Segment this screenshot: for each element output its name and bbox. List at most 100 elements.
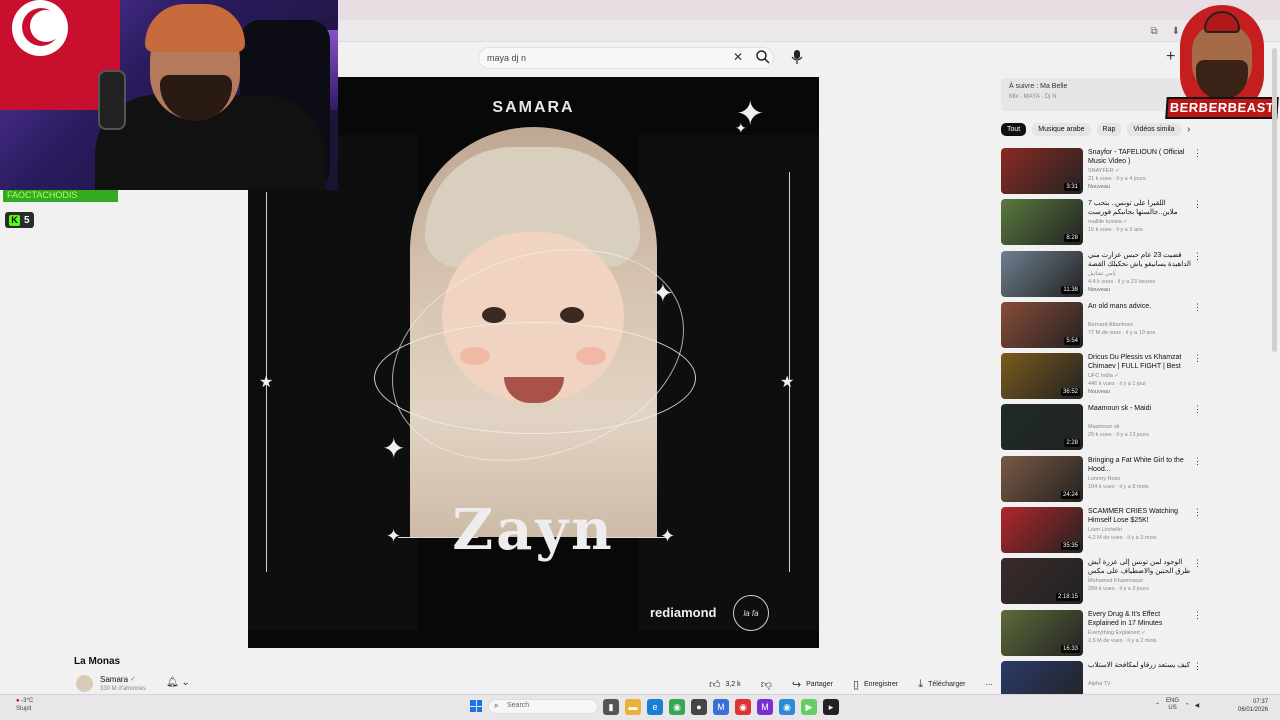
more-vert-icon[interactable]: ⋮ [1193, 661, 1202, 672]
recommendation-channel[interactable]: Maamoun sk [1088, 424, 1191, 430]
recommendation-item[interactable]: 8:28 اللقيرا على تونس.. بتحب 7 ملاين..جال… [1001, 199, 1202, 250]
taskbar-search[interactable]: Search [488, 699, 598, 714]
video-thumbnail[interactable]: 3:31 [1001, 148, 1083, 194]
video-thumbnail[interactable]: 24:24 [1001, 455, 1083, 502]
kick-app-icon[interactable]: ▶ [801, 699, 817, 715]
recommendation-item[interactable]: 36:52 Dricus Du Plessis vs Khamzat Chimae… [1001, 353, 1202, 404]
share-button[interactable]: ↪ Partager [788, 676, 837, 693]
language-indicator[interactable]: ENG US [1166, 698, 1179, 712]
recommendation-title[interactable]: قضيت 23 عام حبس عزارت مني الداهيدة يساني… [1088, 251, 1191, 270]
star-icon: ★ [259, 374, 274, 391]
chrome-alt-icon[interactable]: ◉ [779, 699, 795, 715]
recommendation-item[interactable]: 2:18:15 الوجود لمن تونس إلى عزرة أيش طرق … [1001, 558, 1202, 609]
app-icon[interactable]: M [757, 699, 773, 715]
chevron-up-icon[interactable]: ⌃ [1155, 702, 1160, 709]
more-actions-button[interactable]: ⋯ [981, 679, 996, 691]
sparkle-icon: ✦ [652, 278, 674, 308]
weather-widget[interactable]: ● -3°C Stupit [16, 697, 33, 713]
recommendation-item[interactable]: 24:24 Bringing a Fat White Girl to the Ho… [1001, 455, 1202, 507]
more-vert-icon[interactable]: ⋮ [1193, 199, 1202, 210]
obs-icon[interactable]: ● [691, 699, 707, 715]
clear-search-icon[interactable]: ✕ [733, 50, 743, 64]
recommendation-item[interactable]: 35:35 SCAMMER CRIES Watching Himself Lose… [1001, 507, 1202, 558]
more-icon: ⋯ [985, 681, 993, 689]
video-thumbnail[interactable]: 2:28 [1001, 404, 1083, 451]
more-vert-icon[interactable]: ⋮ [1193, 302, 1202, 313]
recommendation-channel[interactable]: UFC India ✓ [1088, 373, 1191, 379]
recommendation-title[interactable]: Snayfor - TAFELIOUN ( Official Music Vid… [1088, 148, 1191, 166]
video-thumbnail[interactable]: 16:33 [1001, 609, 1083, 656]
recommendation-channel[interactable]: يامي تشانيل [1088, 271, 1191, 277]
recommendation-channel[interactable]: Liam Lochelin [1088, 527, 1191, 533]
like-button[interactable]: 👍︎ 3,2 k [705, 676, 745, 693]
recommendation-title[interactable]: كيف يستعد زرقاو لمكافحة الاستلاب [1088, 661, 1191, 670]
more-vert-icon[interactable]: ⋮ [1193, 558, 1202, 569]
more-vert-icon[interactable]: ⋮ [1193, 251, 1202, 262]
chip-arabic-music[interactable]: Musique arabe [1032, 123, 1091, 136]
search-input[interactable]: maya dj n [478, 47, 774, 69]
microphone-icon[interactable] [790, 49, 804, 65]
up-next-card[interactable]: À suivre : Ma Belle Mix · MAYA · Dj N [1001, 78, 1189, 111]
streamer-beanie [145, 4, 245, 52]
recommendation-meta: 15 k vues · il y a 3 ans [1088, 227, 1143, 234]
chrome-profile-icon[interactable]: ◉ [735, 699, 751, 715]
wifi-icon[interactable]: ◔ [1185, 702, 1189, 708]
terminal-icon[interactable]: ▸ [823, 699, 839, 715]
recommendation-channel[interactable]: reallife tunisia ✓ [1088, 219, 1191, 225]
recommendation-item[interactable]: 16:33 Every Drug & It's Effect Explained … [1001, 609, 1202, 661]
video-thumbnail[interactable]: 36:52 [1001, 353, 1083, 400]
video-thumbnail[interactable]: 35:35 [1001, 507, 1083, 554]
recommendation-title[interactable]: الوجود لمن تونس إلى عزرة أيش طرق الحنين … [1088, 558, 1191, 577]
more-vert-icon[interactable]: ⋮ [1193, 353, 1202, 364]
channel-name[interactable]: Samara [100, 675, 128, 684]
recommendation-title[interactable]: An old mans advice. [1088, 302, 1191, 311]
more-vert-icon[interactable]: ⋮ [1193, 507, 1202, 518]
volume-icon[interactable]: ◀ [1195, 702, 1200, 709]
recommendation-title[interactable]: Maamoun sk - Maidi [1088, 404, 1191, 413]
more-vert-icon[interactable]: ⋮ [1193, 148, 1202, 159]
recommendation-channel[interactable]: Mohamed Khammassi [1088, 578, 1191, 584]
recommendation-channel[interactable]: Everything Explained ✓ [1088, 630, 1191, 636]
messenger-icon[interactable]: M [713, 699, 729, 715]
chip-all[interactable]: Tout [1001, 123, 1027, 136]
recommendation-channel[interactable]: Alpha TV [1088, 681, 1191, 687]
search-icon[interactable] [755, 49, 771, 65]
video-thumbnail[interactable]: 2:18:15 [1001, 558, 1083, 605]
download-label: Télécharger [928, 681, 966, 688]
recommendation-title[interactable]: Bringing a Fat White Girl to the Hood... [1088, 456, 1191, 474]
file-explorer-icon[interactable]: ▬ [625, 699, 641, 715]
more-vert-icon[interactable]: ⋮ [1193, 610, 1202, 621]
extensions-icon[interactable]: ⧉ [1150, 26, 1157, 37]
recommendation-item[interactable]: 2:28 Maamoun sk - Maidi Maamoun sk 29 k vue… [1001, 404, 1202, 455]
video-thumbnail[interactable]: 11:38 [1001, 250, 1083, 297]
recommendation-channel[interactable]: Bernard Attanhoro [1088, 322, 1191, 328]
windows-start-icon[interactable] [470, 700, 482, 712]
recommendation-title[interactable]: SCAMMER CRIES Watching Himself Lose $25K… [1088, 507, 1191, 525]
share-label: Partager [806, 681, 833, 688]
system-clock[interactable]: 07:37 06/01/2026 [1238, 698, 1268, 714]
recommendation-title[interactable]: اللقيرا على تونس.. بتحب 7 ملاين..جالستها… [1088, 199, 1191, 217]
save-button[interactable]: ▯ Enregistrer [849, 676, 902, 693]
recommendation-channel[interactable]: Lonnny Rose [1088, 476, 1191, 482]
recommendation-title[interactable]: Dricus Du Plessis vs Khamzat Chimaev | F… [1088, 353, 1191, 372]
task-view-icon[interactable]: ▮ [603, 699, 619, 715]
edge-icon[interactable]: e [647, 699, 663, 715]
download-button[interactable]: ⤓ Télécharger [914, 676, 969, 693]
recommendation-item[interactable]: 5:54 An old mans advice. Bernard Attanhoro… [1001, 301, 1202, 353]
video-thumbnail[interactable]: 8:28 [1001, 199, 1083, 246]
recommendation-item[interactable]: 3:31 Snayfor - TAFELIOUN ( Official Music… [1001, 148, 1202, 199]
more-vert-icon[interactable]: ⋮ [1193, 404, 1202, 415]
recommendation-meta: 77 M de vues · il y a 10 ans [1088, 329, 1156, 336]
dislike-button[interactable]: 👎︎ [757, 676, 776, 693]
recommendation-meta: 299 k vues · il y a 3 jours [1088, 586, 1149, 593]
video-thumbnail[interactable]: 5:54 [1001, 301, 1083, 348]
recommendation-title[interactable]: Every Drug & It's Effect Explained in 17… [1088, 610, 1191, 628]
recommendation-channel[interactable]: SNAYFER ✓ [1088, 168, 1191, 174]
recommendation-item[interactable]: 11:38 قضيت 23 عام حبس عزارت مني الداهيدة … [1001, 250, 1202, 302]
chip-rap[interactable]: Rap [1096, 123, 1122, 136]
channel-avatar[interactable] [76, 675, 93, 692]
more-vert-icon[interactable]: ⋮ [1193, 456, 1202, 467]
chrome-icon[interactable]: ◉ [669, 699, 685, 715]
notification-bell-icon[interactable]: 🔔︎ ⌄ [166, 677, 190, 688]
page-scrollbar[interactable] [1272, 48, 1277, 352]
